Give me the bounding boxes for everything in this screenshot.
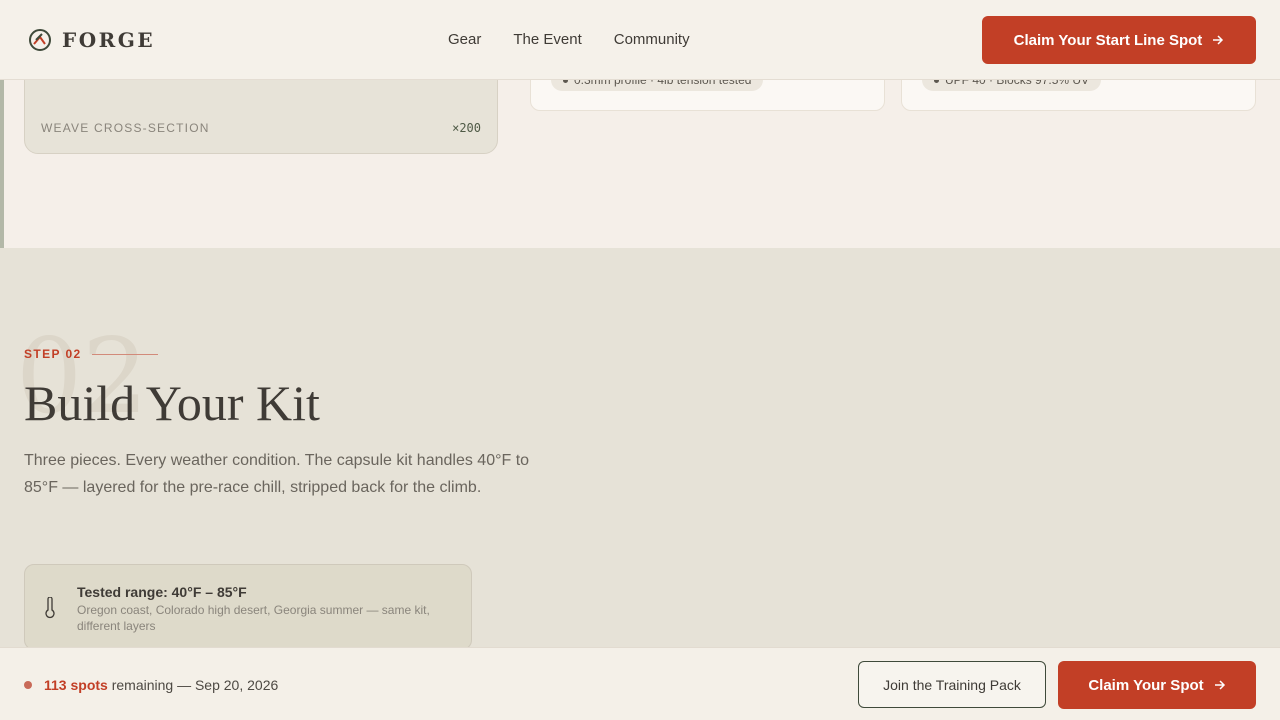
join-training-pack-button[interactable]: Join the Training Pack [858, 661, 1046, 708]
weave-zoom: ×200 [452, 121, 481, 135]
step-divider [91, 353, 158, 355]
site-header: FORGE Gear The Event Community Claim You… [0, 0, 1280, 80]
forge-logo-icon [29, 29, 51, 51]
spots-count: 113 spots [44, 677, 108, 693]
claim-start-line-label: Claim Your Start Line Spot [1013, 31, 1203, 49]
weave-label: WEAVE CROSS-SECTION [41, 121, 210, 135]
join-training-pack-label: Join the Training Pack [883, 676, 1021, 693]
spots-remaining: 113 spots remaining — Sep 20, 2026 [44, 677, 278, 693]
step-label-text: STEP 02 [24, 347, 82, 361]
section-lead: Three pieces. Every weather condition. T… [24, 452, 530, 496]
section-rail [0, 80, 4, 248]
sticky-bottom-bar: 113 spots remaining — Sep 20, 2026 Join … [0, 647, 1280, 720]
brand-name: FORGE [62, 28, 156, 52]
claim-spot-button[interactable]: Claim Your Spot [1058, 661, 1256, 709]
tested-range-box: Tested range: 40°F – 85°F Oregon coast, … [24, 564, 472, 650]
range-description: Oregon coast, Colorado high desert, Geor… [77, 603, 430, 633]
claim-start-line-button[interactable]: Claim Your Start Line Spot [982, 16, 1256, 64]
nav-community[interactable]: Community [614, 31, 690, 48]
main-nav: Gear The Event Community [448, 31, 690, 48]
arrow-right-icon [1213, 35, 1224, 45]
nav-gear[interactable]: Gear [448, 31, 481, 48]
range-title: Tested range: 40°F – 85°F [77, 584, 247, 600]
claim-spot-label: Claim Your Spot [1088, 676, 1204, 694]
section-title: Build Your Kit [24, 375, 320, 431]
step-label: STEP 02 [24, 347, 158, 361]
thermometer-icon [45, 597, 55, 619]
spots-date: remaining — Sep 20, 2026 [107, 677, 279, 693]
nav-the-event[interactable]: The Event [513, 31, 581, 48]
arrow-right-icon [1214, 680, 1225, 690]
status-dot-icon [24, 681, 32, 689]
brand-logo[interactable]: FORGE [28, 28, 155, 52]
